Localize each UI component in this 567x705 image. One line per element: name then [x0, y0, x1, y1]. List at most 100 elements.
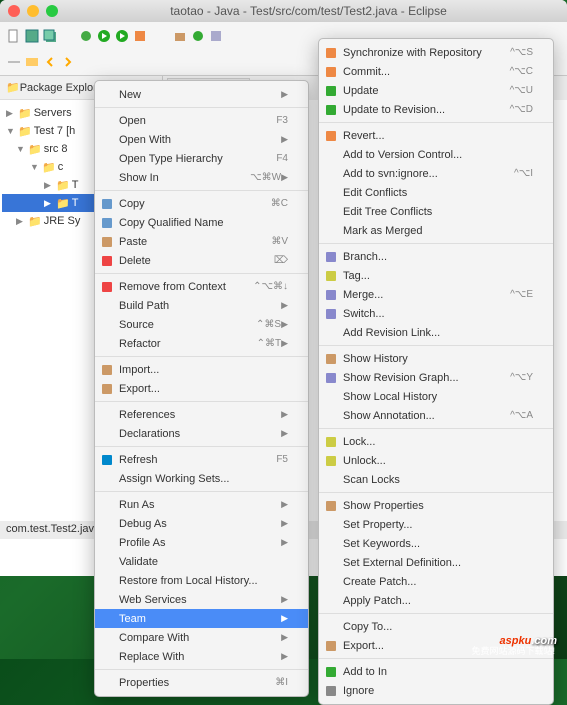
disclosure-icon[interactable]: ▼ [30, 162, 40, 172]
menu-item-add-to-in[interactable]: Add to In [319, 662, 553, 681]
menu-item-lock[interactable]: Lock... [319, 432, 553, 451]
close-window-button[interactable] [8, 5, 20, 17]
menu-item-set-property[interactable]: Set Property... [319, 515, 553, 534]
menu-item-compare-with[interactable]: Compare With▶ [95, 628, 308, 647]
import-icon [100, 363, 114, 377]
menu-item-references[interactable]: References▶ [95, 405, 308, 424]
menu-item-show-history[interactable]: Show History [319, 349, 553, 368]
menu-item-merge[interactable]: Merge...^⌥E [319, 285, 553, 304]
menu-item-update-to-revision[interactable]: Update to Revision...^⌥D [319, 100, 553, 119]
menu-item-restore-from-local-history[interactable]: Restore from Local History... [95, 571, 308, 590]
menu-item-label: Debug As [119, 518, 281, 530]
menu-item-replace-with[interactable]: Replace With▶ [95, 647, 308, 666]
menu-item-refactor[interactable]: Refactor⌃⌘T▶ [95, 334, 308, 353]
save-all-icon[interactable] [42, 28, 58, 44]
menu-item-add-to-version-control[interactable]: Add to Version Control... [319, 145, 553, 164]
forward-icon[interactable] [60, 54, 76, 70]
menu-item-profile-as[interactable]: Profile As▶ [95, 533, 308, 552]
menu-item-scan-locks[interactable]: Scan Locks [319, 470, 553, 489]
menu-item-open[interactable]: OpenF3 [95, 111, 308, 130]
menu-item-ignore[interactable]: Ignore [319, 681, 553, 700]
menu-item-export[interactable]: Export... [95, 379, 308, 398]
menu-item-build-path[interactable]: Build Path▶ [95, 296, 308, 315]
disclosure-icon[interactable]: ▶ [44, 198, 54, 209]
menu-item-debug-as[interactable]: Debug As▶ [95, 514, 308, 533]
menu-item-label: Lock... [343, 436, 533, 448]
menu-item-update[interactable]: Update^⌥U [319, 81, 553, 100]
menu-item-label: Open Type Hierarchy [119, 153, 276, 165]
menu-item-mark-as-merged[interactable]: Mark as Merged [319, 221, 553, 240]
disclosure-icon[interactable]: ▶ [16, 216, 26, 227]
nav-icon[interactable] [6, 54, 22, 70]
open-type-icon[interactable] [208, 28, 224, 44]
menu-item-declarations[interactable]: Declarations▶ [95, 424, 308, 443]
shortcut: ^⌥I [514, 168, 533, 179]
external-tools-icon[interactable] [132, 28, 148, 44]
menu-item-refresh[interactable]: RefreshF5 [95, 450, 308, 469]
menu-item-show-in[interactable]: Show In⌥⌘W▶ [95, 168, 308, 187]
debug-icon[interactable] [78, 28, 94, 44]
menu-item-web-services[interactable]: Web Services▶ [95, 590, 308, 609]
menu-item-commit[interactable]: Commit...^⌥C [319, 62, 553, 81]
menu-item-label: Restore from Local History... [119, 575, 288, 587]
menu-item-copy[interactable]: Copy⌘C [95, 194, 308, 213]
menu-item-add-revision-link[interactable]: Add Revision Link... [319, 323, 553, 342]
menu-item-revert[interactable]: Revert... [319, 126, 553, 145]
menu-item-run-as[interactable]: Run As▶ [95, 495, 308, 514]
new-icon[interactable] [6, 28, 22, 44]
new-class-icon[interactable] [190, 28, 206, 44]
disclosure-icon[interactable]: ▶ [6, 108, 16, 119]
menu-item-show-annotation[interactable]: Show Annotation...^⌥A [319, 406, 553, 425]
menu-item-open-type-hierarchy[interactable]: Open Type HierarchyF4 [95, 149, 308, 168]
menu-item-copy-qualified-name[interactable]: Copy Qualified Name [95, 213, 308, 232]
menu-item-open-with[interactable]: Open With▶ [95, 130, 308, 149]
node-label: T [72, 179, 79, 191]
menu-item-new[interactable]: New▶ [95, 85, 308, 104]
menu-item-source[interactable]: Source⌃⌘S▶ [95, 315, 308, 334]
menu-item-create-patch[interactable]: Create Patch... [319, 572, 553, 591]
menu-item-synchronize-with-repository[interactable]: Synchronize with Repository^⌥S [319, 43, 553, 62]
menu-item-delete[interactable]: Delete⌦ [95, 251, 308, 270]
shortcut: ^⌥S [510, 47, 533, 58]
menu-item-tag[interactable]: Tag... [319, 266, 553, 285]
menu-item-validate[interactable]: Validate [95, 552, 308, 571]
disclosure-icon[interactable]: ▼ [6, 126, 16, 136]
menu-item-add-to-svn-ignore[interactable]: Add to svn:ignore...^⌥I [319, 164, 553, 183]
menu-item-apply-patch[interactable]: Apply Patch... [319, 591, 553, 610]
menu-item-show-revision-graph[interactable]: Show Revision Graph...^⌥Y [319, 368, 553, 387]
back-icon[interactable] [42, 54, 58, 70]
menu-item-switch[interactable]: Switch... [319, 304, 553, 323]
menu-item-paste[interactable]: Paste⌘V [95, 232, 308, 251]
menu-item-edit-conflicts[interactable]: Edit Conflicts [319, 183, 553, 202]
menu-item-properties[interactable]: Properties⌘I [95, 673, 308, 692]
run-last-icon[interactable] [114, 28, 130, 44]
menu-item-assign-working-sets[interactable]: Assign Working Sets... [95, 469, 308, 488]
disclosure-icon[interactable]: ▶ [44, 180, 54, 191]
menu-item-remove-from-context[interactable]: Remove from Context⌃⌥⌘↓ [95, 277, 308, 296]
nav2-icon[interactable] [24, 54, 40, 70]
zoom-window-button[interactable] [46, 5, 58, 17]
new-package-icon[interactable] [172, 28, 188, 44]
menu-separator [95, 107, 308, 108]
menu-item-show-local-history[interactable]: Show Local History [319, 387, 553, 406]
menu-item-label: Add to In [343, 666, 533, 678]
menu-item-team[interactable]: Team▶ [95, 609, 308, 628]
menu-item-label: Edit Conflicts [343, 187, 533, 199]
menu-item-label: Create Patch... [343, 576, 533, 588]
menu-item-label: Add to svn:ignore... [343, 168, 514, 180]
menu-item-unlock[interactable]: Unlock... [319, 451, 553, 470]
team-submenu[interactable]: Synchronize with Repository^⌥SCommit...^… [318, 38, 554, 705]
menu-item-show-properties[interactable]: Show Properties [319, 496, 553, 515]
save-icon[interactable] [24, 28, 40, 44]
minimize-window-button[interactable] [27, 5, 39, 17]
menu-item-set-external-definition[interactable]: Set External Definition... [319, 553, 553, 572]
menu-item-branch[interactable]: Branch... [319, 247, 553, 266]
context-menu[interactable]: New▶ OpenF3Open With▶Open Type HierarchyF… [94, 80, 309, 697]
menu-item-set-keywords[interactable]: Set Keywords... [319, 534, 553, 553]
menu-item-edit-tree-conflicts[interactable]: Edit Tree Conflicts [319, 202, 553, 221]
submenu-arrow-icon: ▶ [281, 172, 288, 183]
disclosure-icon[interactable]: ▼ [16, 144, 26, 154]
run-icon[interactable] [96, 28, 112, 44]
menu-item-import[interactable]: Import... [95, 360, 308, 379]
menu-item-label: References [119, 409, 281, 421]
